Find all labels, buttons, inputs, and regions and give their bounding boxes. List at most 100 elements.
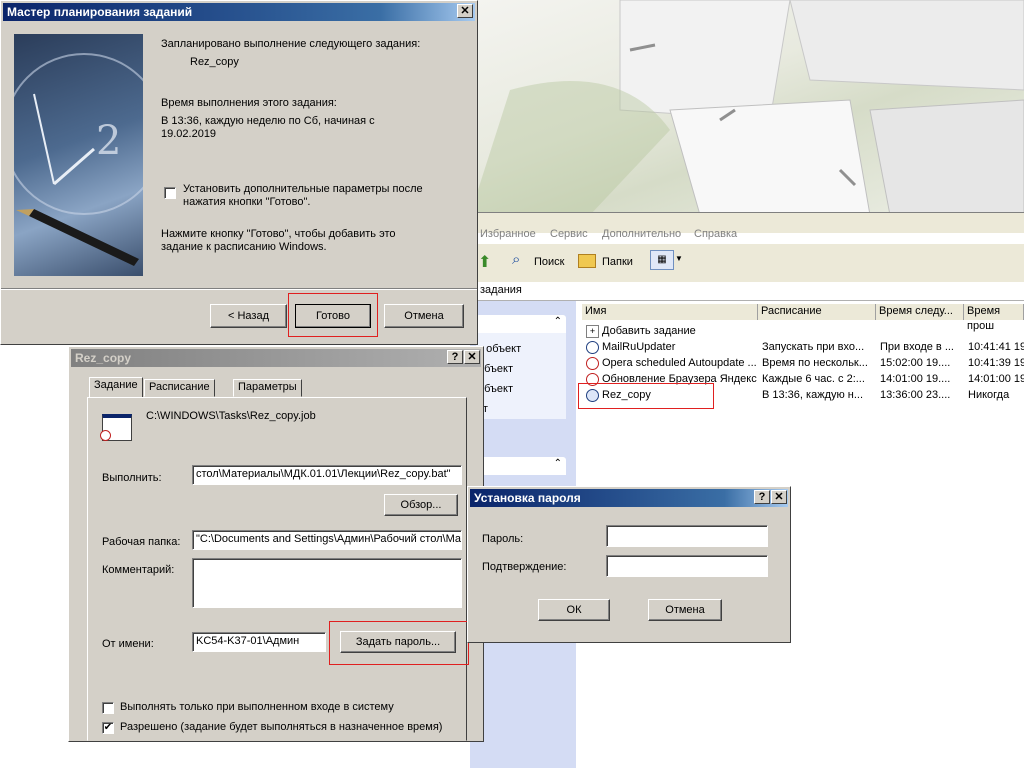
address-bar[interactable]: задания xyxy=(470,282,1024,301)
browse-button[interactable]: Обзор... xyxy=(384,494,458,516)
clock-icon xyxy=(586,357,599,370)
password-input[interactable] xyxy=(606,525,768,547)
toolbar: ⬆ ⌕ Поиск Папки ▦ ▼ xyxy=(470,243,1024,283)
task-wizard-dialog: Мастер планирования заданий ✕ 2 Запланир… xyxy=(0,0,478,345)
password-label: Пароль: xyxy=(482,533,524,545)
tab-schedule[interactable]: Расписание xyxy=(144,379,215,397)
menu-bar: Избранное Сервис Дополнительно Справка xyxy=(470,213,1024,240)
column-last-run[interactable]: Время прош xyxy=(964,304,1024,332)
highlight-finish xyxy=(288,293,378,337)
task-properties-dialog: Rez_copy ? ✕ Задание Расписание Параметр… xyxy=(68,346,484,742)
task-name: MailRuUpdater xyxy=(602,341,676,353)
logged-on-only-label: Выполнять только при выполненном входе в… xyxy=(120,701,394,713)
task-schedule: Время по нескольк... xyxy=(762,357,868,369)
time-heading: Время выполнения этого задания: xyxy=(161,97,337,109)
column-next-run[interactable]: Время следу... xyxy=(876,304,964,320)
help-button[interactable]: ? xyxy=(447,350,463,364)
cancel-button[interactable]: Отмена xyxy=(384,304,464,328)
list-item[interactable]: Opera scheduled Autoupdate ... Время по … xyxy=(582,355,1024,371)
close-button[interactable]: ✕ xyxy=(771,490,787,504)
tab-strip: Задание Расписание Параметры xyxy=(87,377,467,399)
enabled-checkbox[interactable]: ✔ xyxy=(102,722,114,734)
runas-field[interactable]: KC54-K37-01\Админ xyxy=(192,632,326,652)
tab-settings[interactable]: Параметры xyxy=(233,379,302,397)
highlight-rez-copy xyxy=(578,383,714,409)
hint-line-1: Нажмите кнопку "Готово", чтобы добавить … xyxy=(161,228,396,240)
menu-help[interactable]: Справка xyxy=(694,228,737,240)
workdir-label: Рабочая папка: xyxy=(102,536,181,548)
job-path: C:\WINDOWS\Tasks\Rez_copy.job xyxy=(146,410,316,422)
task-last-run: Никогда xyxy=(968,389,1010,401)
workdir-field[interactable]: "C:\Documents and Settings\Админ\Рабочий… xyxy=(192,530,462,550)
title-bar: Мастер планирования заданий xyxy=(3,3,475,21)
collapse-icon[interactable]: ⌃ xyxy=(554,458,562,469)
dialog-title: Мастер планирования заданий xyxy=(7,5,193,19)
set-password-dialog: Установка пароля ? ✕ Пароль: Подтвержден… xyxy=(467,486,791,643)
add-task-icon: + xyxy=(586,325,599,338)
column-schedule[interactable]: Расписание xyxy=(758,304,876,320)
menu-favorites[interactable]: Избранное xyxy=(480,228,536,240)
task-pane-body: т объект объект объект кт xyxy=(476,333,566,419)
task-link[interactable]: т объект xyxy=(478,343,521,355)
advanced-params-checkbox[interactable] xyxy=(164,187,176,199)
column-name[interactable]: Имя xyxy=(582,304,758,320)
background-keyboard-image xyxy=(470,0,1024,215)
tab-panel: C:\WINDOWS\Tasks\Rez_copy.job Выполнить:… xyxy=(87,397,467,741)
runas-label: От имени: xyxy=(102,638,154,650)
address-text: задания xyxy=(480,284,522,296)
separator xyxy=(1,288,477,290)
menu-advanced[interactable]: Дополнительно xyxy=(602,228,681,240)
task-last-run: 10:41:39 19 xyxy=(968,357,1024,369)
task-schedule: В 13:36, каждую н... xyxy=(762,389,864,401)
views-icon[interactable]: ▦ xyxy=(650,250,674,270)
up-folder-icon[interactable]: ⬆ xyxy=(478,252,491,272)
task-next-run: 14:01:00 19.... xyxy=(880,373,951,385)
list-item[interactable]: + Добавить задание xyxy=(582,323,1024,339)
time-line-2: 19.02.2019 xyxy=(161,128,217,140)
run-label: Выполнить: xyxy=(102,472,162,484)
clock-icon xyxy=(100,430,111,441)
svg-text:2: 2 xyxy=(96,118,121,164)
logged-on-only-checkbox[interactable] xyxy=(102,702,114,714)
ok-button[interactable]: ОК xyxy=(538,599,610,621)
back-button[interactable]: < Назад xyxy=(210,304,287,328)
search-button[interactable]: Поиск xyxy=(534,256,564,268)
task-name: Opera scheduled Autoupdate ... xyxy=(602,357,757,369)
close-button[interactable]: ✕ xyxy=(464,350,480,364)
tab-task[interactable]: Задание xyxy=(89,377,143,397)
menu-tools[interactable]: Сервис xyxy=(550,228,588,240)
task-pane-header[interactable]: ⌃ xyxy=(476,315,566,333)
collapse-icon[interactable]: ⌃ xyxy=(554,316,562,327)
folders-button[interactable]: Папки xyxy=(602,256,633,268)
title-bar: Rez_copy xyxy=(71,349,481,367)
task-schedule: Запускать при вхо... xyxy=(762,341,865,353)
scheduled-text: Запланировано выполнение следующего зада… xyxy=(161,38,421,50)
task-next-run: 15:02:00 19.... xyxy=(880,357,951,369)
close-button[interactable]: ✕ xyxy=(457,4,473,18)
title-bar: Установка пароля xyxy=(470,489,788,507)
run-field[interactable]: стол\Материалы\МДК.01.01\Лекции\Rez_copy… xyxy=(192,465,462,485)
task-next-run: При входе в ... xyxy=(880,341,954,353)
comment-field[interactable] xyxy=(192,558,462,608)
confirm-input[interactable] xyxy=(606,555,768,577)
task-pane-header-2[interactable]: ⌃ xyxy=(476,457,566,475)
task-name: Добавить задание xyxy=(602,325,696,337)
list-header: Имя Расписание Время следу... Время прош xyxy=(582,304,1024,332)
advanced-params-label-1: Установить дополнительные параметры посл… xyxy=(183,183,423,195)
time-line-1: В 13:36, каждую неделю по Сб, начиная с xyxy=(161,115,375,127)
chevron-down-icon[interactable]: ▼ xyxy=(675,254,683,263)
dialog-title: Установка пароля xyxy=(474,491,581,505)
cancel-button[interactable]: Отмена xyxy=(648,599,722,621)
help-button[interactable]: ? xyxy=(754,490,770,504)
folders-icon xyxy=(578,254,596,268)
highlight-set-password xyxy=(329,621,469,665)
task-schedule: Каждые 6 час. с 2:... xyxy=(762,373,865,385)
confirm-label: Подтверждение: xyxy=(482,561,567,573)
task-name: Rez_copy xyxy=(190,56,239,68)
wizard-clock-pen-image: 2 xyxy=(14,34,143,276)
search-icon: ⌕ xyxy=(512,251,521,268)
enabled-label: Разрешено (задание будет выполняться в н… xyxy=(120,721,443,733)
task-last-run: 10:41:41 19 xyxy=(968,341,1024,353)
list-item[interactable]: MailRuUpdater Запускать при вхо... При в… xyxy=(582,339,1024,355)
task-next-run: 13:36:00 23.... xyxy=(880,389,951,401)
